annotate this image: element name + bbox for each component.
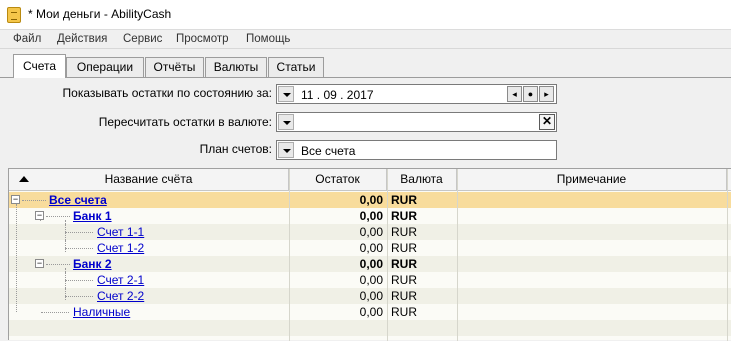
tree-line <box>40 220 41 221</box>
account-balance: 0,00 <box>359 193 383 207</box>
table-row[interactable]: Наличные 0,00 RUR <box>9 304 731 320</box>
balance-date-label: Показывать остатки по состоянию за: <box>62 86 272 100</box>
tab-reports[interactable]: Отчёты <box>145 57 204 77</box>
account-name[interactable]: Банк 1 <box>73 209 112 223</box>
column-header-currency[interactable]: Валюта <box>387 169 457 191</box>
account-name[interactable]: Все счета <box>49 193 107 207</box>
account-name[interactable]: Счет 2-2 <box>97 289 144 303</box>
tree-line <box>46 264 70 265</box>
sort-ascending-icon <box>19 176 29 182</box>
account-balance: 0,00 <box>359 241 383 255</box>
tab-operations[interactable]: Операции <box>66 57 144 77</box>
menu-view[interactable]: Просмотр <box>176 33 229 45</box>
menu-service[interactable]: Сервис <box>123 33 162 45</box>
grid-header: Название счёта Остаток Валюта Примечание <box>9 169 731 191</box>
account-name[interactable]: Счет 2-1 <box>97 273 144 287</box>
column-header-name-label: Название счёта <box>104 172 193 186</box>
tab-articles[interactable]: Статьи <box>268 57 324 77</box>
menu-file[interactable]: Файл <box>13 33 41 45</box>
column-header-balance[interactable]: Остаток <box>289 169 387 191</box>
chart-of-accounts-label: План счетов: <box>199 142 272 156</box>
window-title: * Мои деньги - AbilityCash <box>28 7 172 21</box>
table-row[interactable]: Счет 1-1 0,00 RUR <box>9 224 731 240</box>
account-name[interactable]: Счет 1-1 <box>97 225 144 239</box>
account-balance: 0,00 <box>359 305 383 319</box>
tree-line <box>65 296 93 297</box>
column-header-name[interactable]: Название счёта <box>9 169 289 191</box>
today-date-icon[interactable]: ● <box>523 86 538 102</box>
account-balance: 0,00 <box>359 273 383 287</box>
menu-help[interactable]: Помощь <box>246 33 290 45</box>
tab-strip: Счета Операции Отчёты Валюты Статьи <box>0 52 731 78</box>
app-wallet-icon <box>7 7 21 23</box>
account-balance: 0,00 <box>359 209 383 223</box>
recalc-currency-select[interactable]: ✕ <box>276 112 557 132</box>
account-currency: RUR <box>391 305 417 319</box>
chart-of-accounts-value[interactable]: Все счета <box>301 144 355 158</box>
balance-date-value[interactable]: 11 . 09 . 2017 <box>301 88 374 102</box>
table-row-empty <box>9 320 731 336</box>
column-divider <box>387 169 388 341</box>
dropdown-arrow-icon[interactable] <box>278 86 294 102</box>
accounts-grid: Название счёта Остаток Валюта Примечание… <box>8 168 731 341</box>
next-date-icon[interactable]: ▸ <box>539 86 554 102</box>
column-divider <box>457 169 458 341</box>
dropdown-arrow-icon[interactable] <box>278 142 294 158</box>
tab-currencies[interactable]: Валюты <box>205 57 267 77</box>
tree-collapse-icon[interactable]: − <box>11 195 20 204</box>
table-row[interactable]: Счет 2-1 0,00 RUR <box>9 272 731 288</box>
account-name[interactable]: Наличные <box>73 305 130 319</box>
account-currency: RUR <box>391 193 417 207</box>
menu-bar: Файл Действия Сервис Просмотр Помощь <box>0 30 731 49</box>
tree-line <box>65 232 93 233</box>
account-currency: RUR <box>391 289 417 303</box>
table-row[interactable]: − Банк 2 0,00 RUR <box>9 256 731 272</box>
tree-line <box>65 280 93 281</box>
tree-collapse-icon[interactable]: − <box>35 259 44 268</box>
column-divider <box>289 169 290 341</box>
tree-line <box>46 216 70 217</box>
chart-of-accounts-select[interactable]: Все счета <box>276 140 557 160</box>
tree-line <box>65 248 93 249</box>
tree-line <box>22 200 46 201</box>
tree-line <box>41 312 69 313</box>
account-balance: 0,00 <box>359 257 383 271</box>
account-name[interactable]: Банк 2 <box>73 257 112 271</box>
tree-collapse-icon[interactable]: − <box>35 211 44 220</box>
tab-accounts[interactable]: Счета <box>13 54 66 78</box>
account-currency: RUR <box>391 225 417 239</box>
prev-date-icon[interactable]: ◂ <box>507 86 522 102</box>
account-currency: RUR <box>391 209 417 223</box>
dropdown-arrow-icon[interactable] <box>278 114 294 130</box>
tree-line <box>65 220 66 252</box>
menu-actions[interactable]: Действия <box>57 33 107 45</box>
table-row[interactable]: − Банк 1 0,00 RUR <box>9 208 731 224</box>
account-balance: 0,00 <box>359 289 383 303</box>
balance-date-picker[interactable]: 11 . 09 . 2017 ◂ ● ▸ <box>276 84 557 104</box>
tree-line <box>16 204 17 312</box>
tree-line <box>65 268 66 300</box>
title-bar: * Мои деньги - AbilityCash <box>0 0 731 30</box>
column-header-note[interactable]: Примечание <box>457 169 727 191</box>
recalc-currency-label: Пересчитать остатки в валюте: <box>98 115 272 129</box>
table-row[interactable]: Счет 1-2 0,00 RUR <box>9 240 731 256</box>
clear-x-icon[interactable]: ✕ <box>539 114 555 130</box>
account-name[interactable]: Счет 1-2 <box>97 241 144 255</box>
table-row[interactable]: Счет 2-2 0,00 RUR <box>9 288 731 304</box>
account-currency: RUR <box>391 273 417 287</box>
column-divider <box>727 169 728 341</box>
account-currency: RUR <box>391 257 417 271</box>
account-balance: 0,00 <box>359 225 383 239</box>
account-currency: RUR <box>391 241 417 255</box>
table-row[interactable]: − Все счета 0,00 RUR <box>9 192 731 208</box>
